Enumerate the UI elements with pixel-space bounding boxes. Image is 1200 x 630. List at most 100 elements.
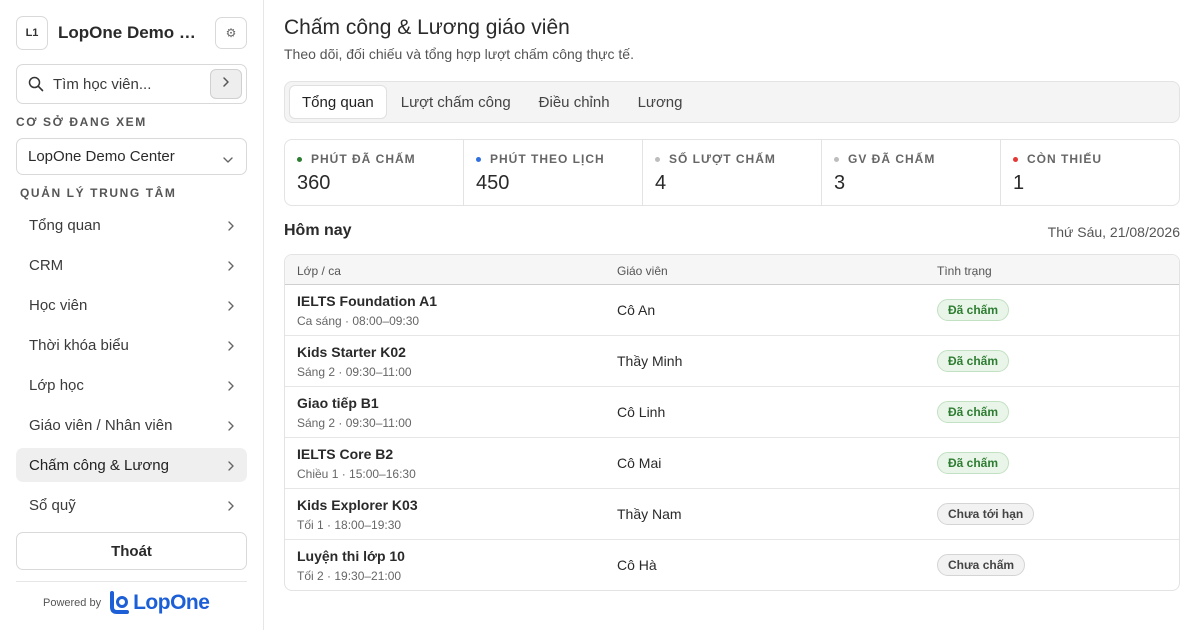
page-title: Chấm công & Lương giáo viên bbox=[284, 16, 570, 39]
teacher-name: Cô Linh bbox=[617, 404, 666, 420]
tab-payroll[interactable]: Lương bbox=[624, 85, 697, 119]
table-row[interactable]: Kids Explorer K03 Tối 1 · 18:00–19:30 Th… bbox=[285, 489, 1179, 540]
class-name: Luyện thi lớp 10 bbox=[297, 548, 405, 564]
sidebar-item-label: Thời khóa biểu bbox=[29, 336, 129, 354]
table-row[interactable]: Luyện thi lớp 10 Tối 2 · 19:30–21:00 Cô … bbox=[285, 540, 1179, 590]
status-badge: Đã chấm bbox=[937, 350, 1010, 372]
stat-label: PHÚT ĐÃ CHẤM bbox=[311, 152, 416, 166]
today-heading: Hôm nay bbox=[284, 222, 352, 239]
chevron-right-icon bbox=[227, 379, 235, 396]
settings-button[interactable]: ⚙ bbox=[215, 17, 247, 49]
stat-teachers-checked: GV ĐÃ CHẤM 3 bbox=[822, 140, 1001, 205]
brand-name: LopOne Demo Center bbox=[58, 23, 202, 42]
sidebar-item-teachers-staff[interactable]: Giáo viên / Nhân viên bbox=[16, 408, 247, 442]
sidebar-item-attendance-payroll[interactable]: Chấm công & Lương bbox=[16, 448, 247, 482]
tab-bar: Tổng quan Lượt chấm công Điều chỉnh Lươn… bbox=[284, 81, 1180, 123]
chevron-right-icon bbox=[227, 299, 235, 316]
column-header-class[interactable]: Lớp / ca bbox=[297, 264, 341, 278]
stat-value: 3 bbox=[834, 172, 846, 194]
teacher-name: Cô An bbox=[617, 302, 656, 318]
class-time: Tối 1 · 18:00–19:30 bbox=[297, 518, 402, 532]
stat-missing: CÒN THIẾU 1 bbox=[1001, 140, 1179, 205]
search-submit-button[interactable] bbox=[210, 69, 242, 99]
chevron-right-icon bbox=[227, 419, 235, 436]
teacher-name: Thầy Nam bbox=[617, 506, 682, 522]
sidebar-item-label: Học viên bbox=[29, 296, 88, 314]
status-badge: Đã chấm bbox=[937, 452, 1010, 474]
sidebar-item-cashbook[interactable]: Sổ quỹ bbox=[16, 488, 247, 522]
table-row[interactable]: IELTS Foundation A1 Ca sáng · 08:00–09:3… bbox=[285, 285, 1179, 336]
stat-value: 360 bbox=[297, 172, 331, 194]
class-time: Chiều 1 · 15:00–16:30 bbox=[297, 467, 416, 481]
today-sessions-table: Lớp / ca Giáo viên Tình trạng IELTS Foun… bbox=[284, 254, 1180, 591]
stat-label: SỐ LƯỢT CHẤM bbox=[669, 152, 776, 166]
sidebar-item-label: Giáo viên / Nhân viên bbox=[29, 416, 173, 434]
center-select[interactable]: LopOne Demo Center bbox=[16, 138, 247, 175]
lopone-logo-icon bbox=[109, 591, 131, 615]
search-icon bbox=[28, 76, 44, 92]
sidebar-item-crm[interactable]: CRM bbox=[16, 248, 247, 282]
chevron-right-icon bbox=[227, 259, 235, 276]
tab-overview[interactable]: Tổng quan bbox=[289, 85, 387, 119]
gear-icon: ⚙ bbox=[225, 26, 237, 40]
class-time: Ca sáng · 08:00–09:30 bbox=[297, 314, 420, 328]
table-row[interactable]: Kids Starter K02 Sáng 2 · 09:30–11:00 Th… bbox=[285, 336, 1179, 387]
status-badge: Đã chấm bbox=[937, 299, 1010, 321]
sidebar-item-classes[interactable]: Lớp học bbox=[16, 368, 247, 402]
search-box bbox=[16, 64, 247, 104]
stat-value: 450 bbox=[476, 172, 510, 194]
sidebar-item-students[interactable]: Học viên bbox=[16, 288, 247, 322]
tab-adjustments[interactable]: Điều chỉnh bbox=[525, 85, 624, 119]
table-row[interactable]: Giao tiếp B1 Sáng 2 · 09:30–11:00 Cô Lin… bbox=[285, 387, 1179, 438]
status-dot bbox=[297, 156, 302, 162]
status-badge: Chưa chấm bbox=[937, 554, 1026, 576]
powered-by: Powered by LopOne bbox=[43, 589, 210, 617]
status-badge: Đã chấm bbox=[937, 401, 1010, 423]
sidebar-item-overview[interactable]: Tổng quan bbox=[16, 208, 247, 242]
tab-attendance-entries[interactable]: Lượt chấm công bbox=[387, 85, 525, 119]
sidebar-item-label: Chấm công & Lương bbox=[29, 456, 169, 474]
sidebar-nav: Tổng quan CRM Học viên Thời khóa biểu Lớ… bbox=[16, 208, 247, 528]
column-header-status[interactable]: Tình trạng bbox=[937, 264, 992, 278]
sidebar-item-label: Lớp học bbox=[29, 376, 84, 394]
powered-by-text: Powered by bbox=[43, 597, 102, 609]
stat-label: CÒN THIẾU bbox=[1027, 152, 1102, 166]
chevron-right-icon bbox=[227, 339, 235, 356]
chevron-right-icon bbox=[227, 499, 235, 516]
brand-header: L1 LopOne Demo Center ⚙ bbox=[16, 16, 247, 50]
search-input[interactable] bbox=[53, 75, 193, 93]
class-name: Kids Starter K02 bbox=[297, 344, 406, 360]
sidebar: L1 LopOne Demo Center ⚙ CƠ SỞ ĐANG XEM L… bbox=[0, 0, 264, 630]
class-time: Tối 2 · 19:30–21:00 bbox=[297, 569, 402, 583]
class-time: Sáng 2 · 09:30–11:00 bbox=[297, 416, 412, 430]
logout-button[interactable]: Thoát bbox=[16, 532, 247, 570]
sidebar-item-timetable[interactable]: Thời khóa biểu bbox=[16, 328, 247, 362]
status-dot bbox=[834, 156, 839, 162]
lopone-logo-text: LopOne bbox=[133, 591, 210, 614]
status-dot bbox=[655, 156, 660, 162]
page-subtitle: Theo dõi, đối chiếu và tổng hợp lượt chấ… bbox=[284, 46, 634, 62]
chevron-down-icon bbox=[222, 151, 234, 168]
status-badge: Chưa tới hạn bbox=[937, 503, 1035, 525]
stats-row: PHÚT ĐÃ CHẤM 360 PHÚT THEO LỊCH 450 SỐ L… bbox=[284, 139, 1180, 206]
stat-minutes-scheduled: PHÚT THEO LỊCH 450 bbox=[464, 140, 643, 205]
sidebar-divider bbox=[16, 581, 247, 582]
manage-section-label: QUẢN LÝ TRUNG TÂM bbox=[20, 186, 177, 200]
stat-label: GV ĐÃ CHẤM bbox=[848, 152, 936, 166]
sidebar-item-label: Tổng quan bbox=[29, 216, 101, 234]
chevron-right-icon bbox=[222, 75, 230, 93]
sidebar-item-label: CRM bbox=[29, 256, 64, 274]
stat-check-count: SỐ LƯỢT CHẤM 4 bbox=[643, 140, 822, 205]
brand-badge[interactable]: L1 bbox=[16, 16, 48, 50]
column-header-teacher[interactable]: Giáo viên bbox=[617, 264, 668, 278]
class-name: IELTS Core B2 bbox=[297, 446, 394, 462]
class-time: Sáng 2 · 09:30–11:00 bbox=[297, 365, 412, 379]
table-row[interactable]: IELTS Core B2 Chiều 1 · 15:00–16:30 Cô M… bbox=[285, 438, 1179, 489]
teacher-name: Cô Hà bbox=[617, 557, 657, 573]
center-select-value: LopOne Demo Center bbox=[28, 148, 175, 165]
today-date: Thứ Sáu, 21/08/2026 bbox=[1047, 224, 1180, 240]
status-dot bbox=[476, 156, 481, 162]
status-dot bbox=[1013, 156, 1018, 162]
stat-value: 4 bbox=[655, 172, 667, 194]
teacher-name: Thầy Minh bbox=[617, 353, 683, 369]
